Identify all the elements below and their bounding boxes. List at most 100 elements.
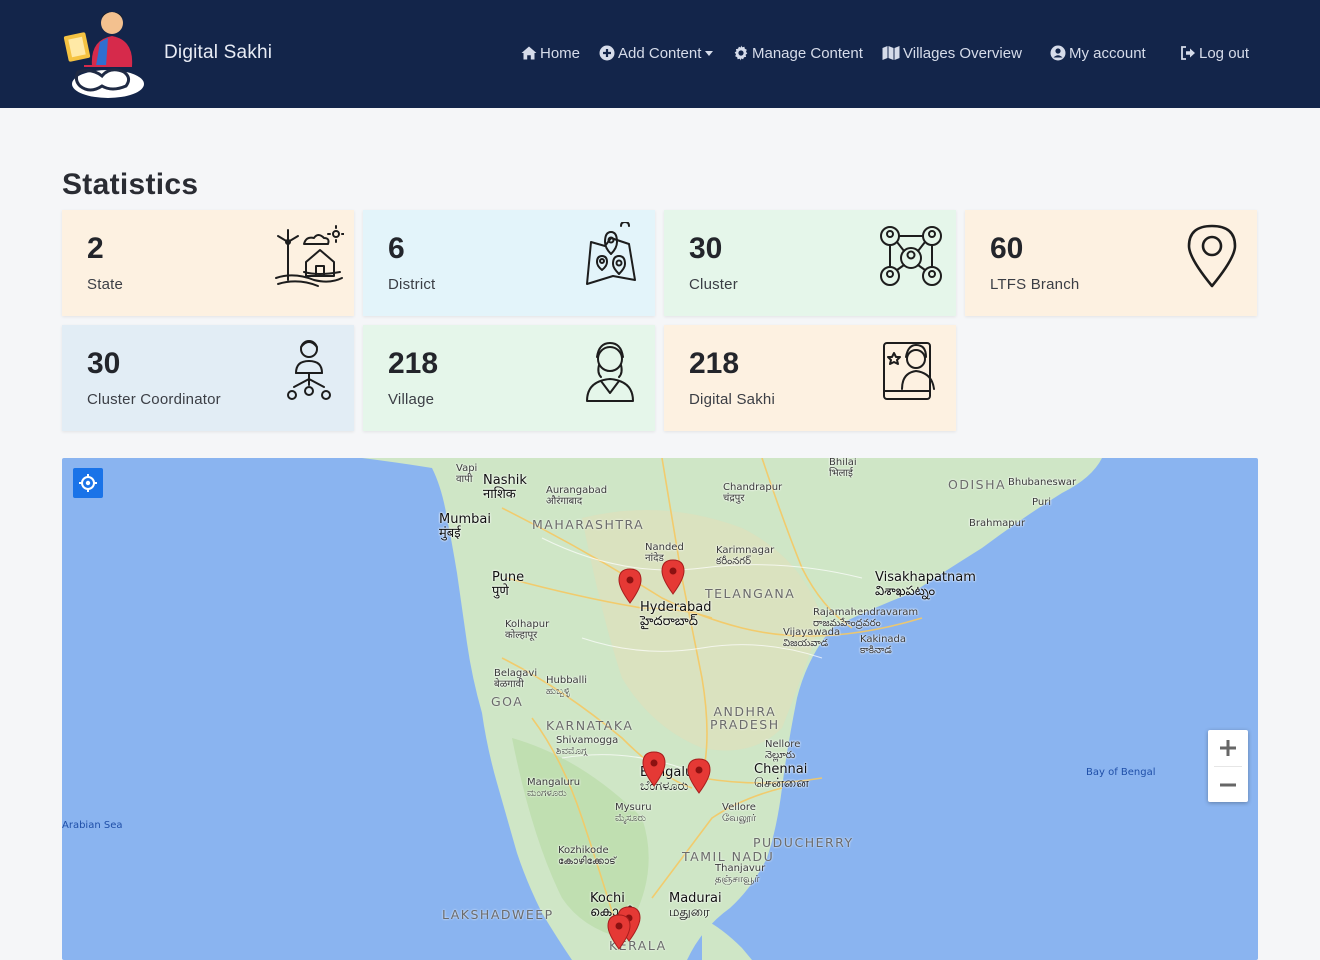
locate-me-button[interactable] — [73, 468, 103, 498]
zoom-out-button[interactable] — [1208, 767, 1248, 803]
map-label-bay-of-bengal: Bay of Bengal — [1086, 767, 1156, 778]
villages-map[interactable]: Vapi वापी Nashik नाशिक Aurangabad औरंगाबाद … — [62, 458, 1258, 960]
stat-card-cluster: 30 Cluster — [664, 210, 956, 316]
network-people-icon — [876, 222, 946, 288]
map-label-goa: GOA — [491, 694, 524, 709]
map-label-thanjavur: Thanjavur தஞ்சாவூர் — [715, 863, 766, 885]
minus-icon — [1220, 783, 1236, 787]
map-marker[interactable] — [686, 758, 712, 794]
map-label-vellore: Vellore வேலூர் — [722, 802, 757, 824]
stat-value: 30 — [689, 232, 723, 265]
logout-icon — [1181, 46, 1195, 60]
stat-label: Village — [388, 391, 435, 408]
plus-circle-icon — [599, 45, 615, 61]
map-label-bhubaneswar: Bhubaneswar — [1008, 477, 1077, 488]
nav-add-content[interactable]: Add Content — [599, 43, 714, 63]
map-label-mumbai: Mumbai मुंबई — [439, 512, 491, 541]
stat-label: Cluster — [689, 276, 738, 293]
woman-tablet-icon — [876, 337, 946, 403]
map-label-odisha: ODISHA — [948, 477, 1007, 492]
stat-label: Digital Sakhi — [689, 391, 775, 408]
stat-label: LTFS Branch — [990, 276, 1080, 293]
map-icon — [882, 46, 900, 60]
stat-label: State — [87, 276, 124, 293]
nav-my-account[interactable]: My account — [1050, 43, 1146, 63]
digital-sakhi-logo[interactable] — [62, 6, 146, 100]
coordinator-icon — [274, 337, 344, 403]
stat-value: 30 — [87, 347, 121, 380]
nav-logout-label: Log out — [1199, 44, 1250, 62]
map-label-visakhapatnam: Visakhapatnam విశాఖపట్నం — [875, 570, 976, 599]
map-label-hubballi: Hubballi ಹುಬ್ಬಳ್ಳಿ — [546, 675, 588, 697]
stat-value: 6 — [388, 232, 405, 265]
map-label-telangana: TELANGANA — [705, 586, 796, 601]
crosshair-icon — [79, 474, 97, 492]
map-label-arabian-sea: Arabian Sea — [62, 820, 123, 831]
map-marker[interactable] — [660, 559, 686, 595]
plus-icon — [1220, 740, 1236, 756]
map-label-vapi: Vapi वापी — [456, 463, 478, 485]
gear-icon — [734, 45, 748, 61]
stat-card-state: 2 State — [62, 210, 354, 316]
nav-villages-overview-label: Villages Overview — [903, 44, 1022, 62]
zoom-in-button[interactable] — [1208, 730, 1248, 766]
top-navbar: Digital Sakhi Home Add Content Manage Co… — [0, 0, 1320, 108]
stat-card-digital-sakhi: 218 Digital Sakhi — [664, 325, 956, 431]
stat-value: 2 — [87, 232, 104, 265]
map-label-shivamogga: Shivamogga ಶಿವಮೊಗ್ಗ — [556, 735, 619, 757]
map-label-kakinada: Kakinada కాకినాడ — [860, 634, 907, 656]
map-label-nashik: Nashik नाशिक — [483, 473, 527, 502]
nav-manage-content-label: Manage Content — [752, 44, 863, 62]
map-label-mysuru: Mysuru ಮೈಸೂರು — [615, 802, 652, 824]
map-pins-icon — [575, 221, 645, 288]
map-label-brahmapur: Brahmapur — [969, 518, 1026, 529]
map-label-karimnagar: Karimnagar కరీంనగర్ — [716, 545, 775, 567]
map-label-bhilai: Bhilai भिलाई — [829, 458, 857, 479]
map-label-chandrapur: Chandrapur चंद्रपुर — [723, 482, 783, 504]
map-label-puri: Puri — [1032, 497, 1052, 508]
woman-icon — [575, 337, 645, 403]
stat-value: 60 — [990, 232, 1024, 265]
home-icon — [521, 46, 537, 60]
nav-my-account-label: My account — [1069, 44, 1146, 62]
map-label-karnataka: KARNATAKA — [546, 718, 634, 733]
nav-manage-content[interactable]: Manage Content — [733, 43, 863, 63]
brand-name[interactable]: Digital Sakhi — [164, 42, 272, 64]
nav-home[interactable]: Home — [521, 43, 580, 63]
stat-card-cluster-coordinator: 30 Cluster Coordinator — [62, 325, 354, 431]
stat-card-ltfs-branch: 60 LTFS Branch — [965, 210, 1257, 316]
map-label-puducherry: PUDUCHERRY — [753, 835, 854, 850]
map-label-kozhikode: Kozhikode കോഴിക്കോട് — [558, 845, 616, 867]
map-label-rajahmundry: Rajamahendravaram రాజమహేంద్రవరం — [813, 607, 919, 629]
map-label-maharashtra: MAHARASHTRA — [532, 517, 645, 532]
nav-logout[interactable]: Log out — [1180, 43, 1249, 63]
stat-card-village: 218 Village — [363, 325, 655, 431]
map-label-madurai: Madurai மதுரை — [669, 891, 722, 920]
map-marker[interactable] — [641, 751, 667, 787]
nav-home-label: Home — [540, 44, 581, 62]
page-title: Statistics — [62, 168, 199, 201]
stat-value: 218 — [689, 347, 740, 380]
location-pin-icon — [1177, 222, 1247, 288]
map-label-vijayawada: Vijayawada విజయవాడ — [783, 627, 841, 649]
zoom-control — [1208, 730, 1248, 802]
map-label-belagavi: Belagavi बेळगावी — [494, 668, 538, 690]
stat-value: 218 — [388, 347, 439, 380]
map-label-andhra-pradesh: ANDHRA PRADESH — [710, 704, 780, 733]
nav-villages-overview[interactable]: Villages Overview — [882, 43, 1022, 63]
stat-label: Cluster Coordinator — [87, 391, 221, 408]
map-marker[interactable] — [606, 914, 632, 950]
stat-card-district: 6 District — [363, 210, 655, 316]
user-circle-icon — [1050, 45, 1066, 61]
nav-add-content-label: Add Content — [618, 44, 702, 62]
map-label-aurangabad: Aurangabad औरंगाबाद — [546, 485, 608, 507]
stat-label: District — [388, 276, 436, 293]
map-label-hyderabad: Hyderabad హైదరాబాద్ — [640, 600, 712, 629]
map-label-kolhapur: Kolhapur कोल्हापूर — [505, 619, 550, 641]
map-label-lakshadweep: LAKSHADWEEP — [442, 907, 554, 922]
farm-house-icon — [274, 222, 345, 288]
map-marker[interactable] — [617, 568, 643, 604]
chevron-down-icon — [705, 50, 714, 56]
map-label-tamil-nadu: TAMIL NADU — [682, 849, 775, 864]
map-land-background — [362, 458, 1102, 960]
